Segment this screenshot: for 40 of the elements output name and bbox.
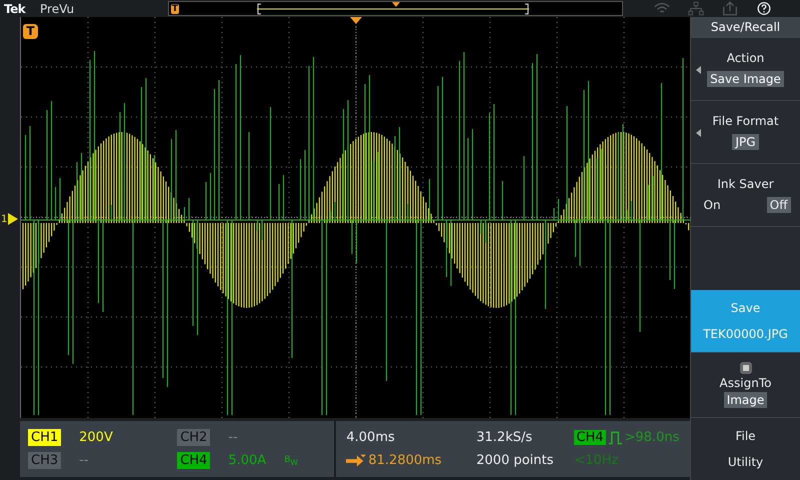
channel-scale: --: [79, 453, 90, 468]
menu-value[interactable]: Image: [724, 392, 768, 408]
network-icon[interactable]: [687, 1, 705, 16]
sample-rate: 31.2kS/s: [476, 430, 534, 445]
brand-logo: Tek: [4, 2, 27, 16]
record-length: 2000 points: [476, 453, 555, 468]
trigger-source[interactable]: CH4: [574, 430, 606, 445]
pulse-icon: [608, 430, 622, 444]
menu-label: Ink Saver: [717, 177, 774, 191]
menu-label[interactable]: Utility: [728, 455, 764, 469]
horizontal-scale: 4.00ms: [346, 430, 396, 445]
view-bracket-icon: [257, 2, 529, 16]
menu-label[interactable]: File: [735, 429, 756, 443]
toggle-option[interactable]: On: [700, 197, 724, 213]
channel-scale: --: [228, 430, 239, 445]
mode-label: PreVu: [40, 2, 76, 16]
toggle-option[interactable]: Off: [766, 197, 790, 213]
channel-button[interactable]: CH1: [28, 429, 62, 446]
export-icon[interactable]: [721, 1, 739, 16]
menu-value[interactable]: JPG: [732, 134, 759, 150]
help-icon[interactable]: [755, 1, 773, 16]
trigger-level: >98.0ns: [624, 430, 680, 445]
menu-title: Save/Recall: [691, 17, 800, 38]
menu-value[interactable]: Save Image: [707, 71, 784, 87]
menu-label: File Format: [712, 114, 779, 128]
position-arrow-icon: [346, 454, 366, 468]
button-icon: [740, 362, 752, 374]
menu-label: AssignTo: [720, 376, 772, 390]
left-arrow-icon: [696, 129, 701, 137]
menu-label: Action: [726, 51, 764, 65]
trigger-marker: T: [171, 4, 179, 14]
channel-scale: 5.00A: [228, 453, 268, 468]
horizontal-position: 81.2800ms: [368, 453, 442, 468]
channel-scale: 200V: [79, 430, 114, 445]
bandwidth-indicator: B$_{W}$: [284, 454, 298, 466]
channel-button[interactable]: CH4: [177, 452, 210, 469]
trigger-frequency: <10Hz: [574, 453, 618, 468]
left-arrow-icon: [696, 66, 701, 74]
trigger-marker[interactable]: T: [23, 24, 38, 39]
trigger-position-icon: [392, 2, 400, 7]
